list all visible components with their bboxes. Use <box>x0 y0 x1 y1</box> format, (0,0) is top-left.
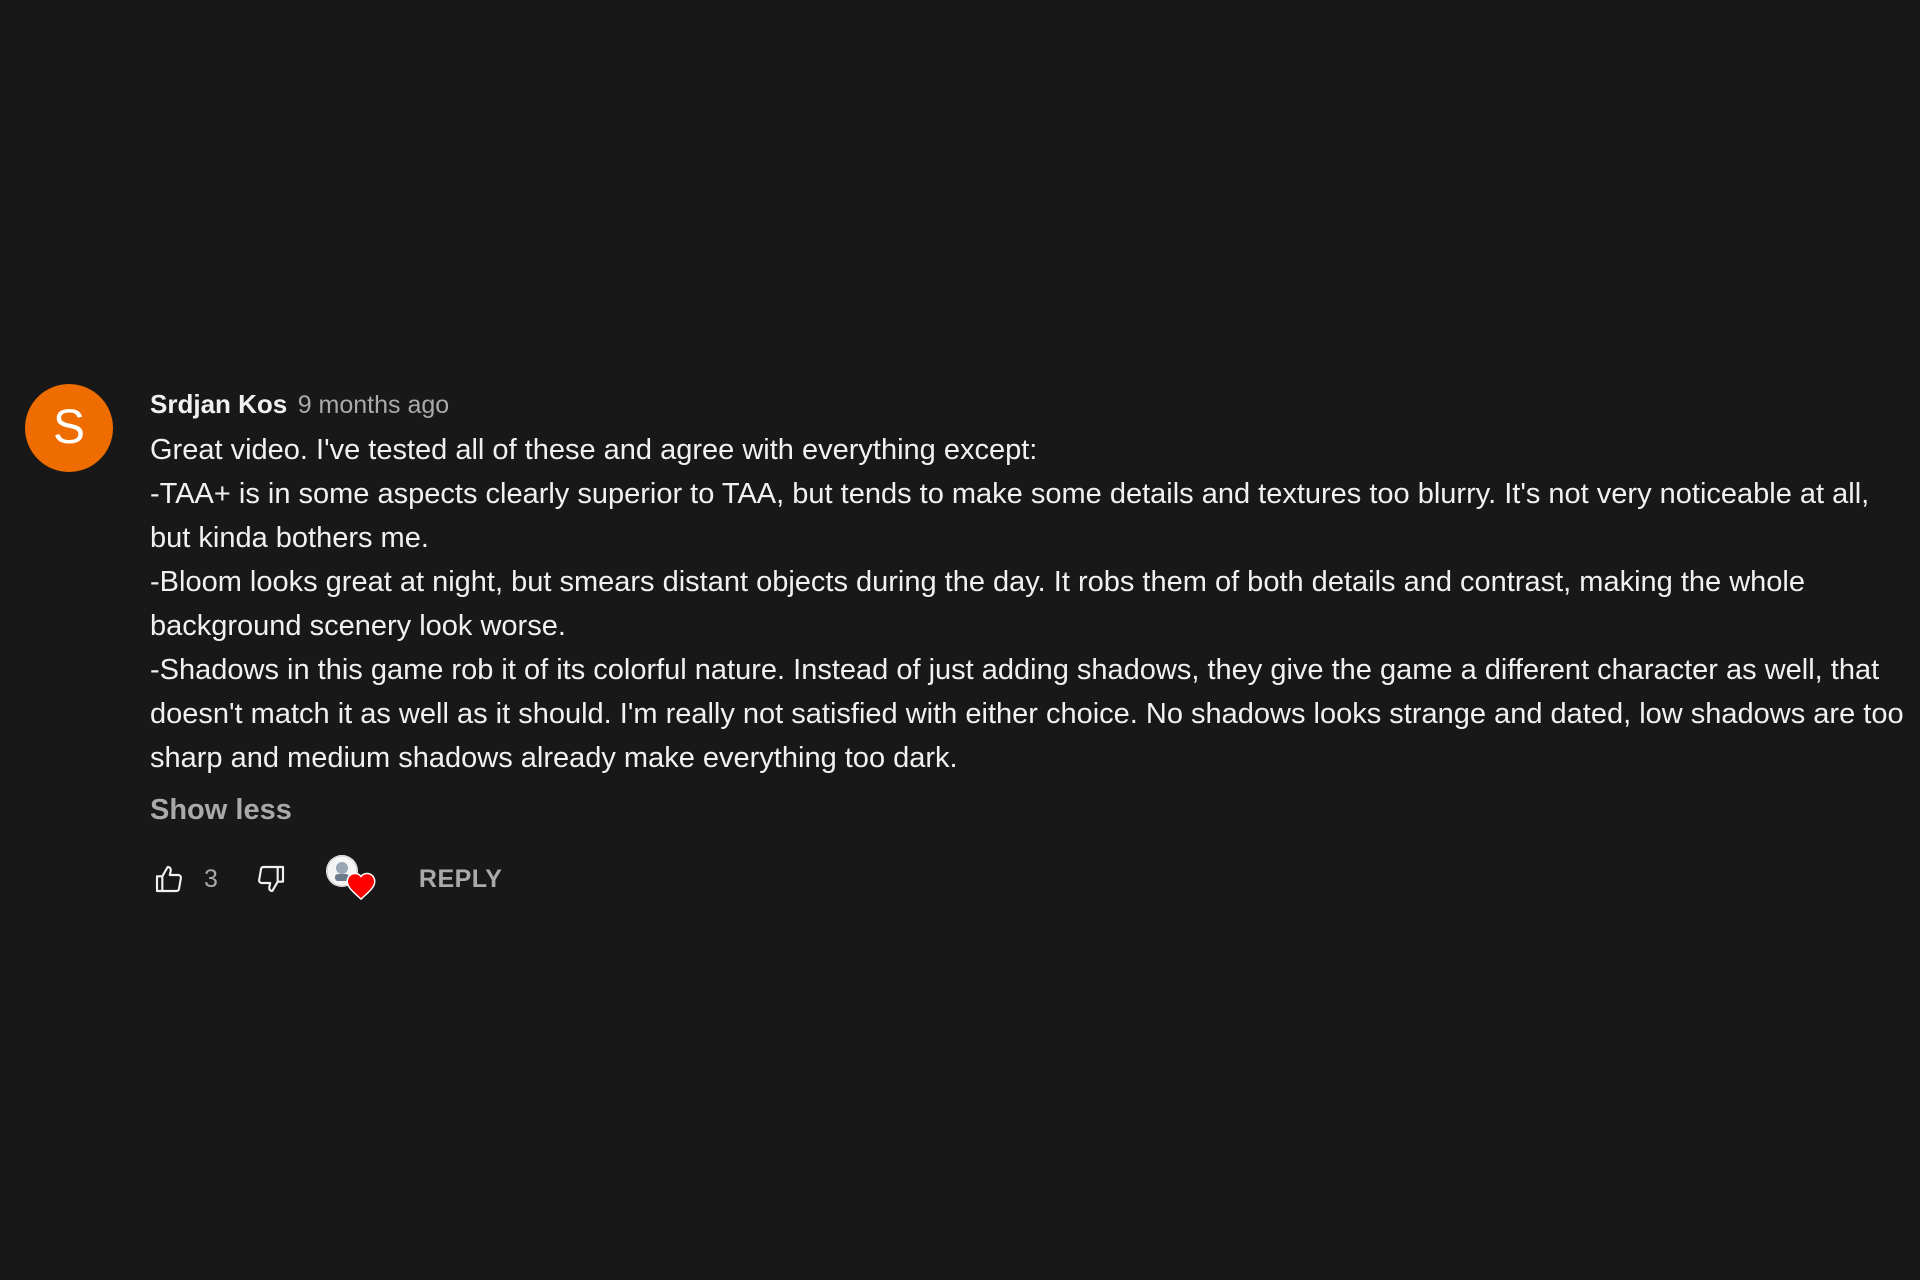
comment-body: Srdjan Kos 9 months ago Great video. I'v… <box>150 384 1910 904</box>
reply-button[interactable]: REPLY <box>419 865 503 894</box>
comment-actions: 3 REPLY <box>150 854 1910 904</box>
comment-paragraph: Great video. I've tested all of these an… <box>150 434 1038 466</box>
heart-icon <box>346 872 376 900</box>
thumbs-down-icon <box>257 865 284 893</box>
avatar[interactable]: S <box>25 384 113 472</box>
comment-timestamp[interactable]: 9 months ago <box>298 391 450 419</box>
comment-text: Great video. I've tested all of these an… <box>150 428 1910 780</box>
thumbs-up-icon <box>155 865 182 893</box>
comment-paragraph: -TAA+ is in some aspects clearly superio… <box>150 478 1870 554</box>
like-button[interactable] <box>150 860 188 898</box>
comment-paragraph: -Bloom looks great at night, but smears … <box>150 566 1805 642</box>
creator-heart[interactable] <box>325 855 376 903</box>
comment-header: Srdjan Kos 9 months ago <box>150 384 1910 424</box>
dislike-button[interactable] <box>252 860 290 898</box>
show-less-button[interactable]: Show less <box>150 788 292 832</box>
comment-paragraph: -Shadows in this game rob it of its colo… <box>150 654 1904 774</box>
author-name[interactable]: Srdjan Kos <box>150 389 287 419</box>
like-count: 3 <box>204 864 218 893</box>
